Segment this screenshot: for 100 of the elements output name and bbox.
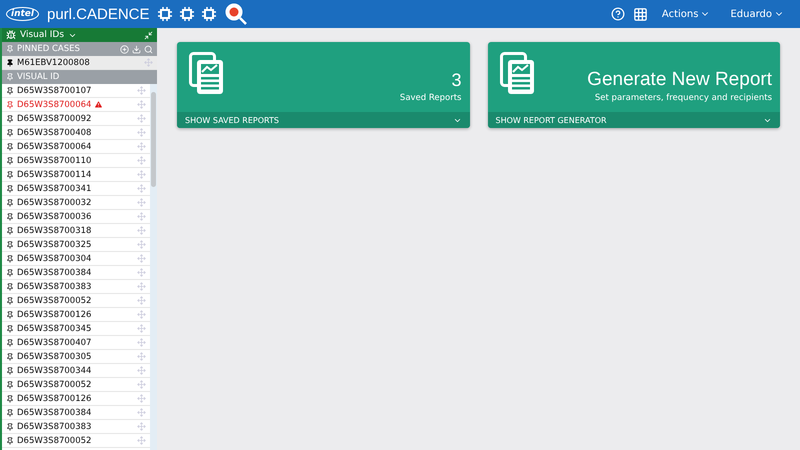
list-row[interactable]: D65W3S8700107 xyxy=(2,84,150,98)
pin-icon[interactable] xyxy=(6,296,14,304)
pin-icon[interactable] xyxy=(6,268,14,276)
list-row[interactable]: D65W3S8700408 xyxy=(2,126,150,140)
sidebar-title[interactable]: Visual IDs xyxy=(20,30,64,40)
card-footer-button[interactable]: SHOW SAVED REPORTS xyxy=(177,112,470,128)
list-row[interactable]: D65W3S8700325 xyxy=(2,238,150,252)
visual-id: D65W3S8700064 xyxy=(17,100,92,110)
pin-icon[interactable] xyxy=(6,156,14,164)
pin-icon[interactable] xyxy=(6,212,14,220)
pin-icon[interactable] xyxy=(6,240,14,248)
report-icon xyxy=(189,52,225,96)
visual-id: D65W3S8700036 xyxy=(17,212,92,222)
section-title: VISUAL ID xyxy=(17,72,60,82)
pin-icon[interactable] xyxy=(6,198,14,206)
pin-icon[interactable] xyxy=(6,436,14,444)
chip-icon xyxy=(180,7,194,21)
visual-id: D65W3S8700092 xyxy=(17,114,92,124)
visual-id: D65W3S8700052 xyxy=(17,296,92,306)
menu-button[interactable]: Eduardo xyxy=(724,8,790,20)
list-row[interactable]: D65W3S8700341 xyxy=(2,182,150,196)
pin-icon[interactable] xyxy=(6,114,14,122)
visual-id: D65W3S8700344 xyxy=(17,366,92,376)
list-row[interactable]: D65W3S8700407 xyxy=(2,336,150,350)
pin-icon[interactable] xyxy=(6,422,14,430)
visual-id: D65W3S8700304 xyxy=(17,254,92,264)
visual-id: D65W3S8700345 xyxy=(17,324,92,334)
visual-id: D65W3S8700032 xyxy=(17,198,92,208)
visual-id: D65W3S8700384 xyxy=(17,408,92,418)
list-row[interactable]: D65W3S8700126 xyxy=(2,308,150,322)
pin-icon[interactable] xyxy=(6,394,14,402)
list-row[interactable]: D65W3S8700344 xyxy=(2,364,150,378)
pin-icon[interactable] xyxy=(6,58,14,66)
list-row[interactable]: D65W3S8700052 xyxy=(2,294,150,308)
card-footer-button[interactable]: SHOW REPORT GENERATOR xyxy=(488,112,780,128)
pin-icon[interactable] xyxy=(6,184,14,192)
pin-icon[interactable] xyxy=(6,142,14,150)
search-icon[interactable] xyxy=(144,44,153,54)
pin-icon[interactable] xyxy=(6,310,14,318)
pin-icon[interactable] xyxy=(6,254,14,262)
card-caption: Set parameters, frequency and recipients xyxy=(594,93,772,103)
visual-id: D65W3S8700341 xyxy=(17,184,92,194)
pin-icon[interactable] xyxy=(6,338,14,346)
collapse-icon[interactable] xyxy=(144,30,153,40)
visual-id: D65W3S8700126 xyxy=(17,394,92,404)
report-icon xyxy=(500,52,536,96)
list-row[interactable]: D65W3S8700383 xyxy=(2,280,150,294)
list-row[interactable]: D65W3S8700304 xyxy=(2,252,150,266)
report-count: 3 xyxy=(451,70,462,90)
pin-icon xyxy=(6,73,14,81)
list-row[interactable]: D65W3S8700036 xyxy=(2,210,150,224)
list-row[interactable]: D65W3S8700305 xyxy=(2,350,150,364)
pin-icon[interactable] xyxy=(6,408,14,416)
list-row[interactable]: D65W3S8700052 xyxy=(2,378,150,392)
pin-icon[interactable] xyxy=(6,352,14,360)
warning-icon xyxy=(94,100,104,109)
list-row[interactable]: D65W3S8700384 xyxy=(2,406,150,420)
pinned-row[interactable]: M61EBV1200808 xyxy=(2,56,157,70)
pin-icon[interactable] xyxy=(6,380,14,388)
visual-id: D65W3S8700305 xyxy=(17,352,92,362)
visual-id: D65W3S8700126 xyxy=(17,310,92,320)
list-row[interactable]: D65W3S8700114 xyxy=(2,168,150,182)
visual-id: D65W3S8700383 xyxy=(17,282,92,292)
list-row[interactable]: D65W3S8700383 xyxy=(2,420,150,434)
menu-button[interactable]: Actions xyxy=(656,8,716,20)
list-row[interactable]: D65W3S8700092 xyxy=(2,112,150,126)
visual-id: D65W3S8700318 xyxy=(17,226,92,236)
visual-id: D65W3S8700052 xyxy=(17,436,92,446)
list-row[interactable]: D65W3S8700032 xyxy=(2,196,150,210)
pin-icon[interactable] xyxy=(6,128,14,136)
visual-id: D65W3S8700383 xyxy=(17,422,92,432)
list-row[interactable]: D65W3S8700384 xyxy=(2,266,150,280)
list-row[interactable]: D65W3S8700318 xyxy=(2,224,150,238)
help-icon[interactable] xyxy=(610,7,625,21)
pin-icon[interactable] xyxy=(6,366,14,374)
chip-icon xyxy=(202,7,216,21)
logo: intel xyxy=(6,7,39,21)
list-row[interactable]: D65W3S8700126 xyxy=(2,392,150,406)
visual-id: D65W3S8700325 xyxy=(17,240,92,250)
pin-icon[interactable] xyxy=(6,86,14,94)
pin-icon[interactable] xyxy=(6,170,14,178)
section-title: PINNED CASES xyxy=(17,44,80,54)
app-title: purl.CADENCE xyxy=(46,6,150,22)
grid-icon[interactable] xyxy=(632,6,648,22)
list-row[interactable]: D65W3S8700345 xyxy=(2,322,150,336)
pin-icon[interactable] xyxy=(6,324,14,332)
visual-id: D65W3S8700114 xyxy=(17,170,92,180)
pin-icon[interactable] xyxy=(6,226,14,234)
bug-icon xyxy=(6,30,16,40)
card-title: Generate New Report xyxy=(587,69,772,91)
download-icon[interactable] xyxy=(132,44,141,54)
visual-id: D65W3S8700052 xyxy=(17,380,92,390)
scrollbar[interactable] xyxy=(150,84,157,450)
bug-search-icon[interactable] xyxy=(224,2,248,26)
list-row[interactable]: D65W3S8700052 xyxy=(2,434,150,448)
list-row[interactable]: D65W3S8700110 xyxy=(2,154,150,168)
list-row[interactable]: D65W3S8700064 xyxy=(2,140,150,154)
visual-id: D65W3S8700407 xyxy=(17,338,92,348)
add-icon[interactable] xyxy=(120,44,129,54)
pin-icon[interactable] xyxy=(6,282,14,290)
